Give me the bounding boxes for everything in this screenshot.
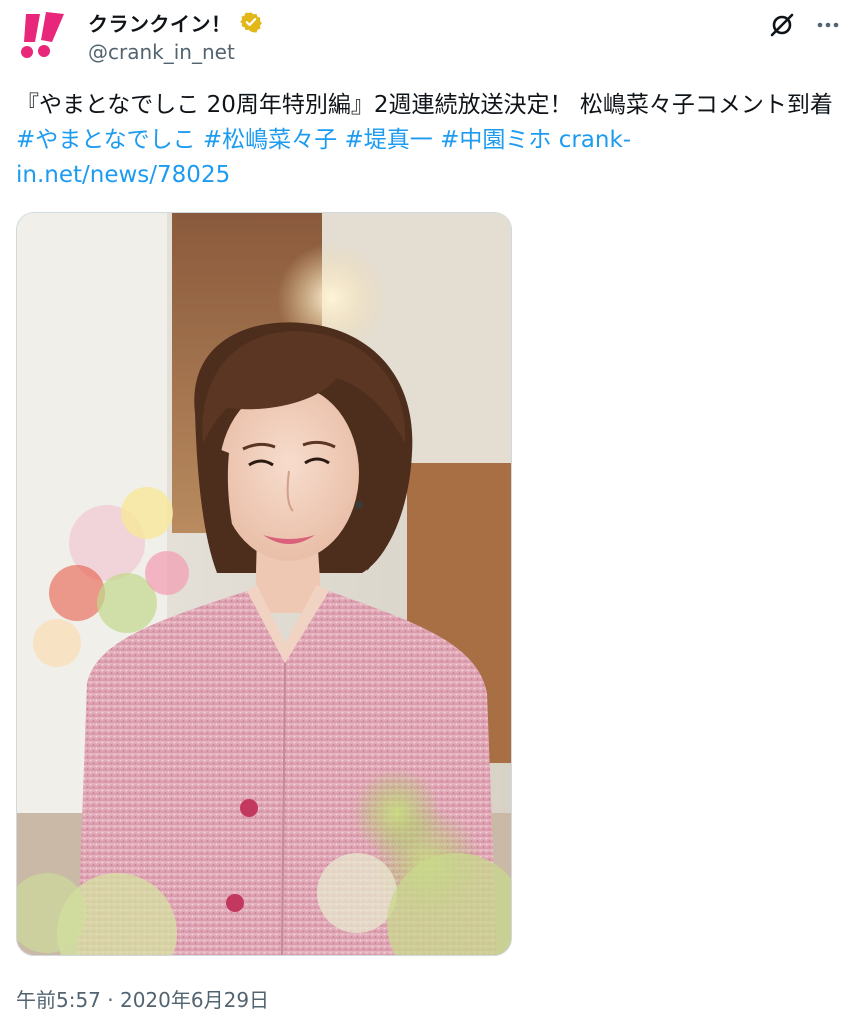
tweet-timestamp[interactable]: 午前5:57 · 2020年6月29日 (16, 984, 269, 1013)
display-name[interactable]: クランクイン！ (88, 8, 232, 37)
hashtag-link[interactable]: #中園ミホ (440, 127, 551, 153)
tweet-text: 『やまとなでしこ 20周年特別編』2週連続放送決定！ 松嶋菜々子コメント到着 #… (16, 88, 841, 193)
tweet: クランクイン！ @crank_in_net 『やまとなでしこ 20周年特別編』2… (0, 0, 859, 1024)
hashtag-link[interactable]: #堤真一 (345, 127, 433, 153)
hashtag-link[interactable]: #やまとなでしこ (16, 127, 196, 153)
hashtag-link[interactable]: #松嶋菜々子 (203, 127, 337, 153)
tweet-text-body: 『やまとなでしこ 20周年特別編』2週連続放送決定！ 松嶋菜々子コメント到着 (16, 92, 833, 118)
author-line: クランクイン！ (88, 8, 262, 36)
grok-icon[interactable] (767, 10, 797, 40)
verified-badge-icon[interactable] (239, 11, 262, 33)
more-options-icon[interactable] (813, 10, 843, 40)
header-actions (767, 10, 843, 40)
crank-in-logo-icon[interactable] (16, 8, 72, 64)
tweet-photo[interactable] (16, 212, 512, 956)
handle[interactable]: @crank_in_net (88, 40, 262, 64)
photo-illustration (17, 213, 511, 955)
author-block: クランクイン！ @crank_in_net (88, 8, 262, 64)
